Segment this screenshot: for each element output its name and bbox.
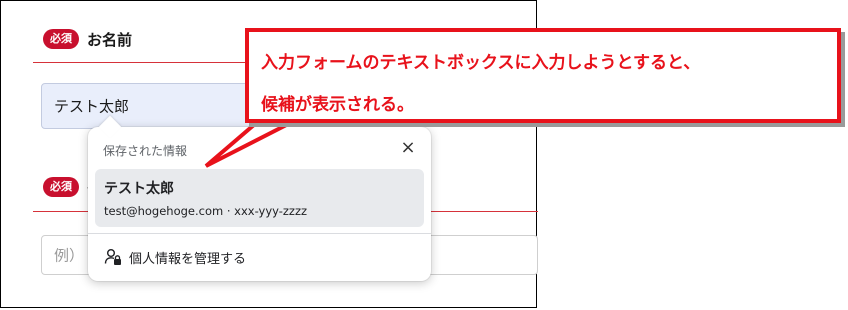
name-field-label: お名前 xyxy=(87,31,133,49)
popup-title: 保存された情報 xyxy=(103,144,188,158)
popup-divider xyxy=(88,233,431,234)
annotation-callout: 入力フォームのテキストボックスに入力しようとすると、 候補が表示される。 xyxy=(245,28,841,123)
manage-personal-info-button[interactable]: 個人情報を管理する xyxy=(95,240,424,274)
suggestion-name: テスト太郎 xyxy=(104,181,174,197)
manage-personal-info-label: 個人情報を管理する xyxy=(129,252,247,267)
required-badge-2: 必須 xyxy=(43,177,79,197)
second-field-placeholder: 例） xyxy=(54,246,85,265)
autofill-suggestion[interactable]: テスト太郎 test@hogehoge.com · xxx-yyy-zzzz xyxy=(95,169,424,227)
person-manage-icon xyxy=(104,249,121,265)
name-input-value: テスト太郎 xyxy=(54,97,130,116)
autofill-popup: 保存された情報 × テスト太郎 test@hogehoge.com · xxx-… xyxy=(88,115,431,281)
suggestion-detail: test@hogehoge.com · xxx-yyy-zzzz xyxy=(104,204,308,218)
callout-line-1: 入力フォームのテキストボックスに入力しようとすると、 xyxy=(261,53,701,73)
callout-line-2: 候補が表示される。 xyxy=(261,95,414,115)
required-badge: 必須 xyxy=(43,29,79,49)
close-icon[interactable]: × xyxy=(397,137,419,159)
